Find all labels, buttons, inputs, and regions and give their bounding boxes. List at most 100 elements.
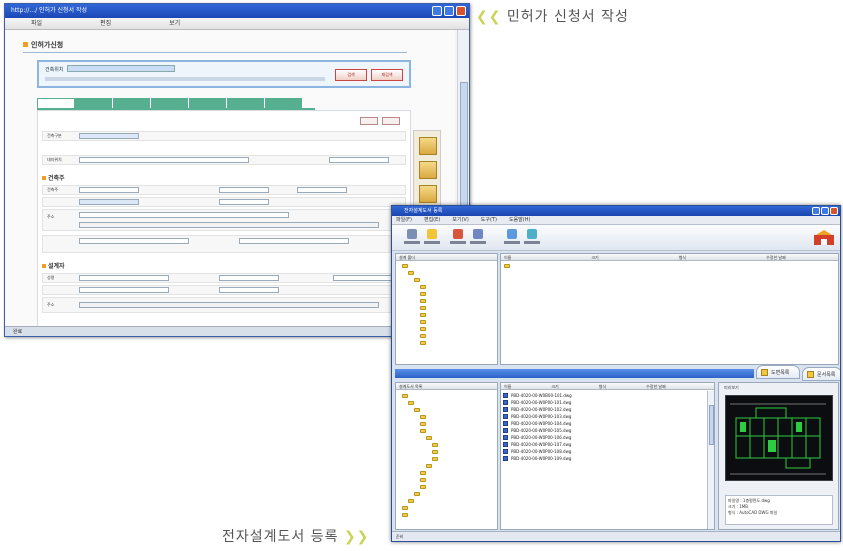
close-button[interactable] (456, 6, 466, 16)
tab-7[interactable] (265, 98, 303, 108)
tree-folder[interactable] (420, 470, 426, 476)
tree-folder[interactable] (420, 305, 426, 311)
scrollbar-thumb[interactable] (460, 82, 468, 222)
agent-input[interactable] (79, 238, 189, 244)
owner-address-detail[interactable] (79, 222, 379, 228)
tab-4[interactable] (151, 98, 189, 108)
address-input[interactable] (67, 65, 175, 72)
lot-number-input[interactable] (329, 157, 389, 163)
list-item[interactable] (504, 263, 510, 269)
tree-folder[interactable] (432, 449, 438, 455)
register-button[interactable] (450, 229, 466, 245)
tree-folder[interactable] (420, 333, 426, 339)
tree-folder[interactable] (420, 326, 426, 332)
scrollbar-thumb[interactable] (709, 405, 714, 445)
tree-folder[interactable] (402, 263, 408, 269)
menu-item[interactable]: 편집(E) (424, 216, 440, 224)
file-row[interactable]: PBD-4020-00-W0P00-104.dwg (503, 420, 571, 426)
tree-folder[interactable] (402, 505, 408, 511)
tab-3[interactable] (113, 98, 151, 108)
tree-folder[interactable] (420, 428, 426, 434)
file-row[interactable]: PBD-4020-00-W0P00-109.dwg (503, 455, 571, 461)
maximize-button[interactable] (444, 6, 454, 16)
owner-address-input[interactable] (79, 212, 289, 218)
tree-folder[interactable] (420, 284, 426, 290)
file-row[interactable]: PBD-4020-00-W0P00-107.dwg (503, 441, 571, 447)
folder-tree-pane: 설계 폴더 (395, 253, 498, 365)
owner-id-input[interactable] (219, 187, 269, 193)
file-row[interactable]: PBD-4020-00-W0P00-108.dwg (503, 448, 571, 454)
designer-license-input[interactable] (333, 275, 393, 281)
owner-name-input[interactable] (79, 187, 139, 193)
tree-folder[interactable] (402, 512, 408, 518)
menu-item[interactable]: 보기(V) (452, 216, 469, 224)
maximize-button[interactable] (821, 207, 829, 215)
tab-document-list[interactable]: 문서목록 (802, 367, 840, 381)
tree-folder[interactable] (402, 393, 408, 399)
file-row[interactable]: PBD-4020-00-W0P00-101.dwg (503, 399, 571, 405)
research-button[interactable]: 재검색 (371, 69, 403, 81)
tab-drawing-list[interactable]: 도면목록 (756, 365, 800, 379)
vertical-scrollbar[interactable] (707, 391, 714, 529)
quick-menu-icon-3[interactable] (419, 185, 437, 203)
tab-2[interactable] (75, 98, 113, 108)
tree-folder[interactable] (414, 491, 420, 497)
panel-button-2[interactable] (382, 117, 400, 125)
tree-folder[interactable] (408, 498, 414, 504)
send-button[interactable] (504, 229, 520, 245)
delete-button[interactable] (470, 229, 486, 245)
tree-folder[interactable] (420, 421, 426, 427)
designer-address-input[interactable] (79, 302, 379, 308)
menu-item[interactable]: 파일(F) (396, 216, 412, 224)
quick-menu-icon-2[interactable] (419, 161, 437, 179)
menu-item[interactable]: 도움말(H) (509, 216, 530, 224)
file-row[interactable]: PBD-4020-00-W0P00-105.dwg (503, 427, 571, 433)
close-button[interactable] (830, 207, 838, 215)
designer-phone-input[interactable] (219, 287, 279, 293)
tree-folder[interactable] (420, 484, 426, 490)
tree-folder[interactable] (426, 435, 432, 441)
tree-folder[interactable] (420, 319, 426, 325)
new-folder-button[interactable] (404, 229, 420, 245)
menu-item[interactable]: 편집 (100, 18, 111, 29)
file-row[interactable]: PBD-4020-00-W0B00-101.dwg (503, 392, 572, 398)
tree-folder[interactable] (420, 291, 426, 297)
designer-name-input[interactable] (79, 275, 169, 281)
tree-folder[interactable] (408, 270, 414, 276)
tree-folder[interactable] (414, 277, 420, 283)
tree-folder[interactable] (420, 477, 426, 483)
file-row[interactable]: PBD-4020-00-W0P00-102.dwg (503, 406, 571, 412)
designer-reg-input[interactable] (79, 287, 169, 293)
minimize-button[interactable] (432, 6, 442, 16)
owner-phone-input[interactable] (297, 187, 347, 193)
quick-menu-icon-1[interactable] (419, 137, 437, 155)
tab-basic[interactable] (37, 98, 75, 108)
agent-contact-input[interactable] (239, 238, 349, 244)
tree-folder[interactable] (420, 340, 426, 346)
site-location-input[interactable] (79, 157, 249, 163)
menu-item[interactable]: 파일 (31, 18, 42, 29)
owner-date-input[interactable] (219, 199, 269, 205)
open-button[interactable] (424, 229, 440, 245)
build-type-select[interactable] (79, 133, 139, 139)
tab-5[interactable] (189, 98, 227, 108)
file-row[interactable]: PBD-4020-00-W0P00-103.dwg (503, 413, 571, 419)
menu-item[interactable]: 보기 (169, 18, 180, 29)
tree-folder[interactable] (408, 400, 414, 406)
tree-folder[interactable] (414, 407, 420, 413)
search-button[interactable]: 검색 (335, 69, 367, 81)
owner-type-select[interactable] (79, 199, 139, 205)
tree-folder[interactable] (420, 298, 426, 304)
tab-6[interactable] (227, 98, 265, 108)
panel-button-1[interactable] (360, 117, 378, 125)
tree-folder[interactable] (420, 312, 426, 318)
tree-folder[interactable] (432, 442, 438, 448)
menu-item[interactable]: 도구(T) (481, 216, 497, 224)
tree-folder[interactable] (432, 456, 438, 462)
file-row[interactable]: PBD-4020-00-W0P00-106.dwg (503, 434, 571, 440)
designer-office-input[interactable] (219, 275, 279, 281)
tree-folder[interactable] (420, 414, 426, 420)
tree-folder[interactable] (426, 463, 432, 469)
receive-button[interactable] (524, 229, 540, 245)
minimize-button[interactable] (812, 207, 820, 215)
